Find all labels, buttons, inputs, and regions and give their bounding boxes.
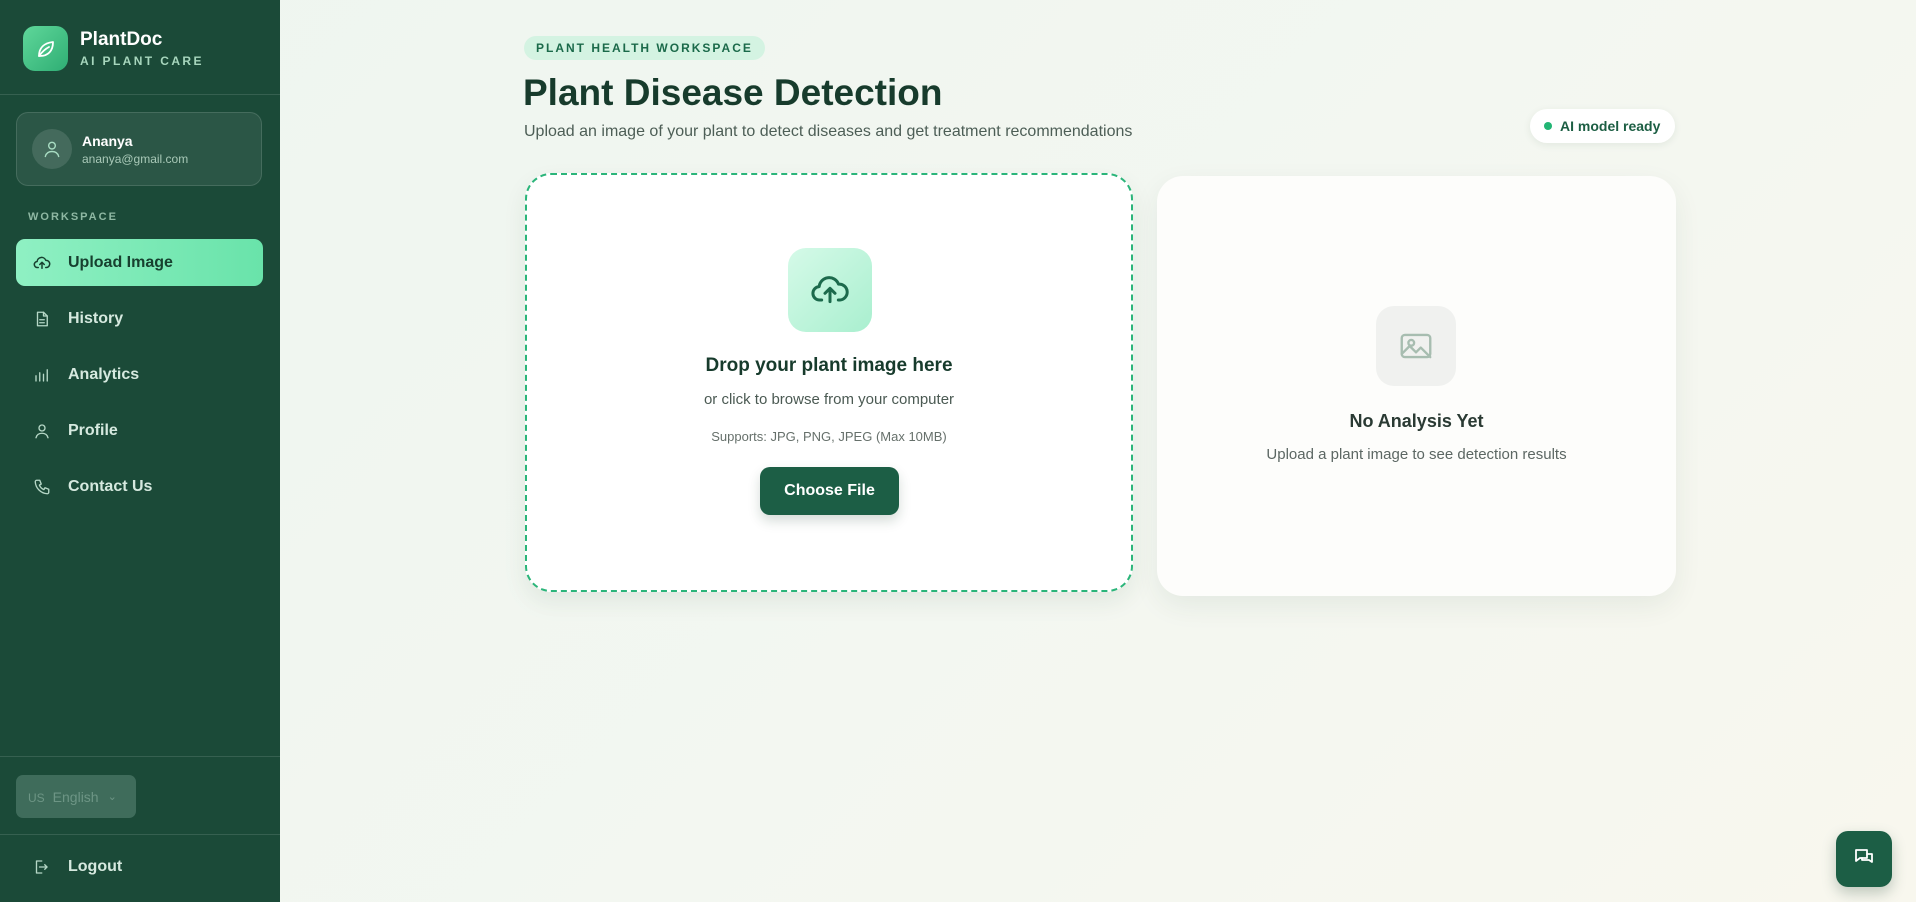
dropzone-support-text: Supports: JPG, PNG, JPEG (Max 10MB): [711, 429, 947, 444]
bar-chart-icon: [32, 365, 52, 385]
language-value: English: [52, 788, 99, 805]
user-name: Ananya: [82, 132, 133, 149]
document-icon: [32, 309, 52, 329]
sidebar: PlantDoc AI PLANT CARE Ananya ananya@gma…: [0, 0, 280, 902]
status-text: AI model ready: [1560, 118, 1661, 134]
sidebar-item-contact-us[interactable]: Contact Us: [16, 463, 263, 510]
sidebar-item-label: History: [68, 309, 124, 327]
sidebar-item-upload-image[interactable]: Upload Image: [16, 239, 263, 286]
sidebar-item-label: Profile: [68, 421, 118, 439]
user-icon: [32, 421, 52, 441]
dropzone-title: Drop your plant image here: [705, 355, 953, 376]
user-card[interactable]: Ananya ananya@gmail.com: [16, 112, 262, 186]
avatar: [32, 129, 72, 169]
sidebar-item-label: Upload Image: [68, 253, 173, 271]
cloud-upload-icon: [788, 248, 872, 332]
result-subtitle: Upload a plant image to see detection re…: [1266, 446, 1567, 463]
section-label: WORKSPACE: [28, 211, 118, 223]
page-title: Plant Disease Detection: [523, 72, 943, 113]
sidebar-item-history[interactable]: History: [16, 295, 263, 342]
chevron-down-icon: ⌄: [107, 791, 117, 803]
page-subtitle: Upload an image of your plant to detect …: [524, 123, 1133, 140]
chat-icon: [1852, 845, 1876, 874]
upload-dropzone[interactable]: Drop your plant image here or click to b…: [525, 173, 1133, 592]
status-badge: AI model ready: [1530, 109, 1676, 143]
sidebar-item-label: Contact Us: [68, 477, 153, 495]
logout-icon: [32, 858, 52, 876]
language-select[interactable]: US English ⌄: [16, 775, 136, 818]
logout-button[interactable]: Logout: [16, 852, 122, 882]
divider: [0, 94, 280, 95]
chat-button[interactable]: [1836, 831, 1892, 887]
divider: [0, 834, 280, 835]
result-panel: No Analysis Yet Upload a plant image to …: [1157, 176, 1676, 596]
logout-label: Logout: [68, 858, 123, 875]
brand[interactable]: PlantDoc AI PLANT CARE: [23, 26, 204, 71]
sidebar-item-label: Analytics: [68, 365, 140, 383]
workspace-pill: PLANT HEALTH WORKSPACE: [524, 36, 765, 60]
leaf-icon: [23, 26, 68, 71]
user-email: ananya@gmail.com: [82, 151, 189, 166]
dropzone-subtitle: or click to browse from your computer: [703, 391, 955, 408]
brand-tagline: AI PLANT CARE: [80, 54, 204, 68]
result-title: No Analysis Yet: [1349, 411, 1484, 431]
phone-icon: [32, 477, 52, 497]
image-placeholder-icon: [1376, 306, 1456, 386]
choose-file-button[interactable]: Choose File: [760, 467, 899, 515]
sidebar-item-profile[interactable]: Profile: [16, 407, 263, 454]
status-dot-icon: [1544, 122, 1552, 130]
flag-icon: US: [28, 791, 45, 805]
cloud-upload-icon: [32, 253, 52, 273]
divider: [0, 756, 280, 757]
brand-name: PlantDoc: [80, 29, 163, 50]
sidebar-item-analytics[interactable]: Analytics: [16, 351, 263, 398]
